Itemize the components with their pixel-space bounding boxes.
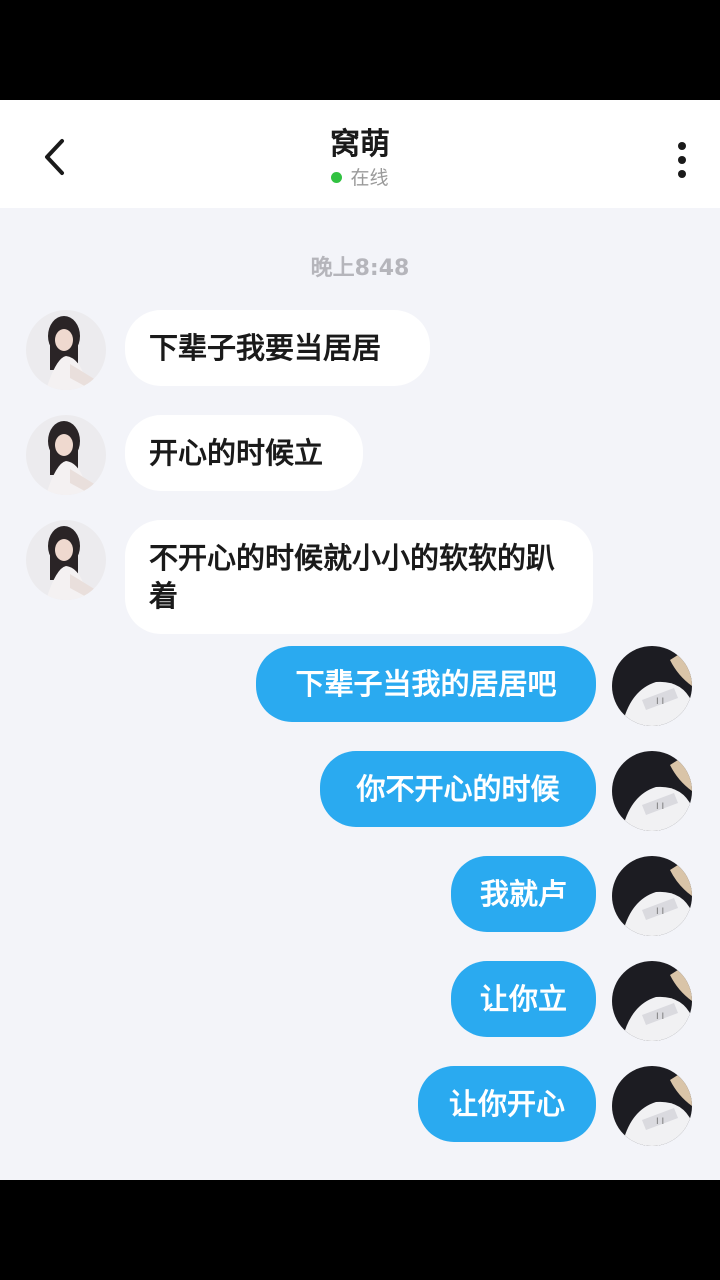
more-options-button[interactable] (664, 138, 700, 182)
my-avatar-image: I I (612, 1066, 692, 1146)
online-status: 在线 (0, 166, 720, 190)
chat-header: 窝萌 在线 (0, 100, 720, 208)
my-avatar-image: I I (612, 961, 692, 1041)
my-avatar[interactable]: I I (612, 751, 692, 831)
my-avatar[interactable]: I I (612, 961, 692, 1041)
svg-text:I I: I I (656, 1117, 664, 1127)
top-black-bar (0, 0, 720, 100)
contact-avatar-image (26, 415, 106, 495)
my-avatar[interactable]: I I (612, 856, 692, 936)
svg-text:I I: I I (656, 802, 664, 812)
incoming-message[interactable]: 下辈子我要当居居 (125, 310, 430, 386)
screen: 窝萌 在线 晚上8:48 下辈子我要当居居 开心的时候立 不开心的时候就小小的软… (0, 0, 720, 1280)
chat-area[interactable]: 晚上8:48 下辈子我要当居居 开心的时候立 不开心的时候就小小的软软的趴着 下… (0, 208, 720, 1180)
my-avatar-image: I I (612, 646, 692, 726)
my-avatar[interactable]: I I (612, 1066, 692, 1146)
svg-text:I I: I I (656, 907, 664, 917)
incoming-message[interactable]: 不开心的时候就小小的软软的趴着 (125, 520, 593, 634)
svg-text:I I: I I (656, 697, 664, 707)
contact-name: 窝萌 (330, 127, 390, 162)
my-avatar-image: I I (612, 856, 692, 936)
contact-avatar[interactable] (26, 520, 106, 600)
contact-avatar[interactable] (26, 415, 106, 495)
my-avatar[interactable]: I I (612, 646, 692, 726)
outgoing-message[interactable]: 让你立 (451, 961, 596, 1037)
more-vertical-icon (678, 142, 686, 178)
incoming-message[interactable]: 开心的时候立 (125, 415, 363, 491)
outgoing-message[interactable]: 你不开心的时候 (320, 751, 596, 827)
outgoing-message[interactable]: 我就卢 (451, 856, 596, 932)
outgoing-message[interactable]: 让你开心 (418, 1066, 596, 1142)
outgoing-message[interactable]: 下辈子当我的居居吧 (256, 646, 596, 722)
online-dot-icon (331, 172, 343, 183)
contact-avatar-image (26, 520, 106, 600)
contact-avatar-image (26, 310, 106, 390)
contact-avatar[interactable] (26, 310, 106, 390)
svg-text:I I: I I (656, 1012, 664, 1022)
status-text: 在线 (350, 167, 389, 189)
title-area: 窝萌 在线 (0, 126, 720, 190)
bottom-black-bar (0, 1180, 720, 1280)
my-avatar-image: I I (612, 751, 692, 831)
timestamp: 晚上8:48 (310, 256, 410, 281)
